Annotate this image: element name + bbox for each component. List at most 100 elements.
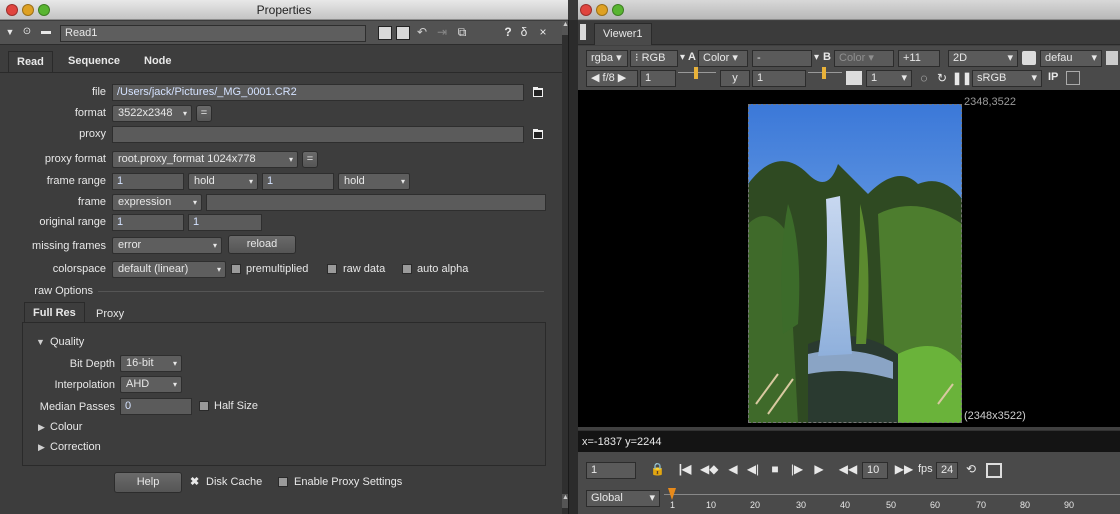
slider-handle[interactable] xyxy=(822,67,826,79)
skip-forward-icon[interactable]: ▶▶ xyxy=(894,460,914,478)
original-range-end[interactable]: 1 xyxy=(188,214,262,231)
redo-icon[interactable] xyxy=(396,26,410,40)
tab-node[interactable]: Node xyxy=(136,51,180,72)
proxy-format-dropdown[interactable]: root.proxy_format 1024x778 ▾ xyxy=(112,151,298,168)
format-edit-button[interactable]: = xyxy=(196,105,212,122)
premultiplied-checkbox[interactable] xyxy=(231,264,241,274)
pane-splitter[interactable] xyxy=(568,20,578,514)
median-passes-field[interactable]: 0 xyxy=(120,398,192,415)
node-name-field[interactable]: Read1 xyxy=(60,25,366,42)
frame-range-after-dropdown[interactable]: hold ▾ xyxy=(338,173,410,190)
detach-icon[interactable]: ⧉ xyxy=(454,23,470,41)
pin-icon[interactable]: δ xyxy=(518,23,530,41)
refresh-icon[interactable]: ◌ xyxy=(916,69,932,87)
correction-toggle-icon[interactable]: ▶ xyxy=(38,442,45,453)
input-colorspace-dropdown[interactable]: sRGB ▾ xyxy=(972,70,1042,87)
gamma-button[interactable]: y xyxy=(720,70,750,87)
channels-dropdown[interactable]: rgba ▾ xyxy=(586,50,628,67)
tab-sequence[interactable]: Sequence xyxy=(60,51,128,72)
frame-mode-dropdown[interactable]: expression ▾ xyxy=(112,194,202,211)
float-icon[interactable]: ⇥ xyxy=(434,23,450,41)
zoom-window-button[interactable] xyxy=(38,4,50,16)
downscale-dropdown[interactable]: 1 ▾ xyxy=(866,70,912,87)
slider-handle[interactable] xyxy=(694,67,698,79)
play-forward-icon[interactable]: |▶ xyxy=(788,460,806,478)
exposure-field[interactable]: 1 xyxy=(640,70,676,87)
fps-field[interactable]: 24 xyxy=(936,462,958,479)
interpolation-dropdown[interactable]: AHD ▾ xyxy=(120,376,182,393)
playback-mode-icon[interactable] xyxy=(986,463,1002,478)
revert-icon[interactable]: ↶ xyxy=(414,23,430,41)
first-frame-icon[interactable]: |◀ xyxy=(676,460,694,478)
bit-depth-dropdown[interactable]: 16-bit ▾ xyxy=(120,355,182,372)
lut-dropdown[interactable]: defau ▾ xyxy=(1040,50,1102,67)
help-button[interactable]: Help xyxy=(114,472,182,493)
colour-toggle-icon[interactable]: ▶ xyxy=(38,422,45,433)
help-icon[interactable]: ? xyxy=(503,23,513,41)
close-viewer-window-button[interactable] xyxy=(580,4,592,16)
collapse-arrow-icon[interactable]: ▼ xyxy=(4,23,16,41)
increment-field[interactable]: 10 xyxy=(862,462,888,479)
gain-field[interactable]: +11 xyxy=(898,50,940,67)
current-frame-field[interactable]: 1 xyxy=(586,462,636,479)
proxy-field[interactable] xyxy=(112,126,524,143)
play-backward-icon[interactable]: ◀| xyxy=(744,460,762,478)
timeline-ruler[interactable]: 1 10 20 30 40 50 60 70 80 90 xyxy=(664,488,1120,514)
original-range-start[interactable]: 1 xyxy=(112,214,184,231)
skip-back-icon[interactable]: ◀◀ xyxy=(838,460,858,478)
auto-alpha-checkbox[interactable] xyxy=(402,264,412,274)
close-window-button[interactable] xyxy=(6,4,18,16)
disk-cache-check-icon[interactable]: ✖ xyxy=(190,475,199,488)
roi-icon[interactable] xyxy=(1022,51,1036,65)
ip-toggle[interactable]: IP xyxy=(1048,71,1058,83)
frame-range-start[interactable]: 1 xyxy=(112,173,184,190)
tab-read[interactable]: Read xyxy=(8,51,53,72)
reload-button[interactable]: reload xyxy=(228,235,296,254)
a-input-dropdown[interactable]: Color ▾ xyxy=(698,50,748,67)
rgb-dropdown[interactable]: ⁝ RGB xyxy=(630,50,678,67)
proxy-browse-icon[interactable] xyxy=(532,128,544,140)
minimize-window-button[interactable] xyxy=(22,4,34,16)
exposure-slider[interactable] xyxy=(678,67,716,86)
quality-toggle-icon[interactable]: ▼ xyxy=(36,337,45,347)
overlay-icon[interactable] xyxy=(1066,71,1080,85)
tab-viewer1[interactable]: Viewer1 xyxy=(594,23,652,45)
proxy-format-edit-button[interactable]: = xyxy=(302,151,318,168)
colorspace-dropdown[interactable]: default (linear) ▾ xyxy=(112,261,226,278)
minimize-viewer-window-button[interactable] xyxy=(596,4,608,16)
half-size-checkbox[interactable] xyxy=(199,401,209,411)
frame-range-before-dropdown[interactable]: hold ▾ xyxy=(188,173,258,190)
next-frame-icon[interactable]: ▶ xyxy=(810,460,828,478)
prev-frame-icon[interactable]: ◀ xyxy=(724,460,742,478)
loop-icon[interactable]: ⟲ xyxy=(962,460,980,478)
close-node-icon[interactable]: × xyxy=(537,23,549,41)
frame-range-end[interactable]: 1 xyxy=(262,173,334,190)
lock-icon[interactable]: 🔒 xyxy=(650,460,665,478)
file-browse-icon[interactable] xyxy=(532,86,544,98)
stop-icon[interactable]: ■ xyxy=(766,460,784,478)
proxy-toggle-icon[interactable] xyxy=(846,71,862,85)
prev-keyframe-icon[interactable]: ◀◆ xyxy=(700,460,718,478)
pause-icon[interactable]: ❚❚ xyxy=(952,69,972,87)
zoom-viewer-window-button[interactable] xyxy=(612,4,624,16)
viewport[interactable]: 2348,3522 (2348x3522) xyxy=(578,90,1120,427)
undo-icon[interactable] xyxy=(378,26,392,40)
b-input-dropdown[interactable]: Color ▾ xyxy=(834,50,894,67)
tab-menu-icon[interactable] xyxy=(580,24,586,40)
gamma-slider[interactable] xyxy=(808,67,842,86)
raw-data-checkbox[interactable] xyxy=(327,264,337,274)
format-dropdown[interactable]: 3522x2348 ▾ xyxy=(112,105,192,122)
snapshot-icon[interactable] xyxy=(1106,51,1118,65)
missing-frames-dropdown[interactable]: error ▾ xyxy=(112,237,222,254)
compare-op-dropdown[interactable]: - xyxy=(752,50,812,67)
update-icon[interactable]: ↻ xyxy=(934,69,950,87)
tab-full-res[interactable]: Full Res xyxy=(24,302,85,323)
fstop-field[interactable]: ◀ f/8 ▶ xyxy=(586,70,638,87)
view-mode-dropdown[interactable]: 2D ▾ xyxy=(948,50,1018,67)
frame-expression-field[interactable] xyxy=(206,194,546,211)
file-field[interactable]: /Users/jack/Pictures/_MG_0001.CR2 xyxy=(112,84,524,101)
gamma-field[interactable]: 1 xyxy=(752,70,806,87)
enable-proxy-checkbox[interactable] xyxy=(278,477,288,487)
view-node-icon[interactable]: ⊙ xyxy=(20,23,34,41)
range-dropdown[interactable]: Global ▾ xyxy=(586,490,660,507)
